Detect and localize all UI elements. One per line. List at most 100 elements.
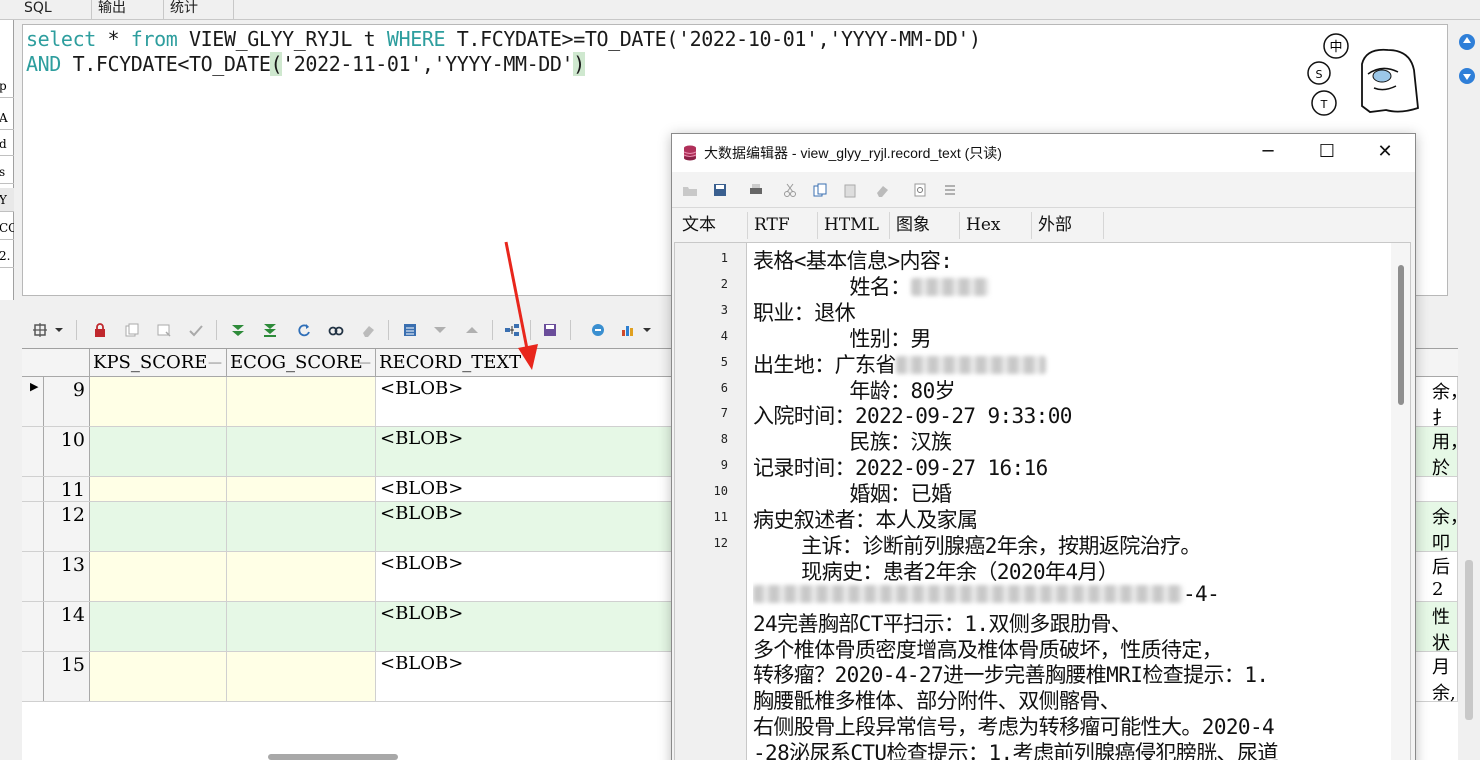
cell-ecog-score[interactable]: [227, 552, 376, 601]
database-icon: [683, 145, 697, 161]
scroll-down-icon[interactable]: [1459, 68, 1475, 84]
text-vertical-scroll-thumb[interactable]: [1398, 265, 1404, 405]
tab-text[interactable]: 文本: [676, 212, 748, 239]
paste-icon[interactable]: [842, 182, 858, 198]
cell-kps-score[interactable]: [90, 602, 227, 651]
cell-kps-score[interactable]: [90, 502, 227, 551]
refresh-icon[interactable]: [296, 322, 312, 338]
eraser-icon[interactable]: [874, 182, 890, 198]
column-dropdown-icon[interactable]: —: [208, 349, 222, 376]
cell-ecog-score[interactable]: [227, 652, 376, 701]
print-icon[interactable]: [748, 182, 764, 198]
left-strip-item[interactable]: d: [0, 132, 14, 156]
chevron-down-icon[interactable]: [642, 322, 652, 338]
left-strip-item[interactable]: Y: [0, 188, 14, 212]
cell-kps-score[interactable]: [90, 652, 227, 701]
close-button[interactable]: ✕: [1356, 134, 1414, 172]
row-number[interactable]: 11: [44, 477, 90, 501]
row-number[interactable]: 14: [44, 602, 90, 651]
find-icon[interactable]: [328, 322, 344, 338]
left-strip-item[interactable]: s: [0, 160, 14, 184]
grid-horizontal-scroll-thumb[interactable]: [268, 754, 398, 760]
row-number[interactable]: 9: [44, 377, 90, 426]
column-header-label: ECOG_SCORE: [230, 352, 363, 373]
sql-text: VIEW_GLYY_RYJL t: [177, 27, 387, 51]
left-strip-item[interactable]: 2.: [0, 244, 14, 268]
cell-kps-score[interactable]: [90, 477, 227, 501]
left-strip-item[interactable]: CO: [0, 216, 14, 240]
cell-kps-score[interactable]: [90, 552, 227, 601]
column-dropdown-icon[interactable]: —: [357, 349, 371, 376]
record-view-icon[interactable]: [402, 322, 418, 338]
cut-icon[interactable]: [782, 182, 798, 198]
text-line-content: -4-: [1183, 581, 1220, 606]
save-icon[interactable]: [712, 182, 728, 198]
text-line-content: 姓名：: [753, 274, 911, 299]
sql-text: *: [95, 27, 131, 51]
row-indicator[interactable]: ▶: [22, 377, 44, 426]
sort-asc-icon[interactable]: [464, 322, 480, 338]
minimize-button[interactable]: ─: [1239, 134, 1297, 172]
close-icon: ✕: [1377, 141, 1393, 162]
lock-icon[interactable]: [92, 322, 108, 338]
fetch-last-icon[interactable]: [262, 322, 278, 338]
post-check-icon[interactable]: [188, 322, 204, 338]
chart-icon[interactable]: [620, 322, 636, 338]
text-line-content: 转移瘤？2020-4-27进一步完善胸腰椎MRI检查提示：1.: [753, 663, 1269, 688]
scroll-up-icon[interactable]: [1459, 34, 1475, 50]
record-text-content[interactable]: 表格<基本信息>内容: 姓名： 职业：退休 性别：男 出生地：广东省 年龄：80岁入…: [753, 243, 1393, 760]
row-number[interactable]: 10: [44, 427, 90, 476]
chevron-down-icon[interactable]: [54, 322, 64, 338]
export-icon[interactable]: [590, 322, 606, 338]
row-number[interactable]: 13: [44, 552, 90, 601]
tab-external[interactable]: 外部: [1032, 212, 1104, 239]
replace-icon[interactable]: [942, 182, 958, 198]
grid-vertical-scroll-thumb[interactable]: [1465, 560, 1473, 720]
text-line-content: 病史叙述者：本人及家属: [753, 508, 978, 532]
fetch-next-icon[interactable]: [230, 322, 246, 338]
cell-ecog-score[interactable]: [227, 602, 376, 651]
row-indicator[interactable]: [22, 652, 44, 701]
cell-ecog-score[interactable]: [227, 502, 376, 551]
cell-ecog-score[interactable]: [227, 477, 376, 501]
left-strip-item[interactable]: p: [0, 74, 14, 98]
tab-hex[interactable]: Hex: [960, 212, 1032, 239]
row-indicator[interactable]: [22, 477, 44, 501]
row-number[interactable]: 12: [44, 502, 90, 551]
big-data-editor-window[interactable]: 大数据编辑器 - view_glyy_ryjl.record_text (只读)…: [671, 133, 1416, 760]
tab-html[interactable]: HTML: [818, 212, 890, 239]
tab-output[interactable]: 输出: [92, 0, 164, 20]
line-number: 7: [720, 406, 728, 421]
tab-image[interactable]: 图象: [890, 212, 960, 239]
grid-options-icon[interactable]: [32, 322, 48, 338]
window-titlebar[interactable]: 大数据编辑器 - view_glyy_ryjl.record_text (只读)…: [672, 134, 1415, 172]
cell-ecog-score[interactable]: [227, 427, 376, 476]
cell-ecog-score[interactable]: [227, 377, 376, 426]
row-indicator[interactable]: [22, 552, 44, 601]
copy-record-icon[interactable]: [124, 322, 140, 338]
search-icon[interactable]: [912, 182, 928, 198]
row-number[interactable]: 15: [44, 652, 90, 701]
maximize-button[interactable]: ☐: [1298, 134, 1356, 172]
line-number: 10: [713, 484, 728, 499]
row-indicator[interactable]: [22, 602, 44, 651]
sort-desc-icon[interactable]: [432, 322, 448, 338]
open-folder-icon[interactable]: [682, 182, 698, 198]
eraser-icon[interactable]: [360, 322, 376, 338]
text-viewer[interactable]: 1 2 3 4 5 6 7 8 9 10 11 12 表格<基本信息>内容: 姓名： 职业：退休 性别：…: [674, 242, 1411, 760]
row-indicator[interactable]: [22, 427, 44, 476]
app-root: SQL 输出 统计 p A d s Y CO 2. select * from …: [0, 0, 1480, 760]
cell-kps-score[interactable]: [90, 427, 227, 476]
tab-rtf[interactable]: RTF: [748, 212, 818, 239]
clear-record-icon[interactable]: [156, 322, 172, 338]
tab-sql[interactable]: SQL: [0, 0, 92, 20]
column-header-kps-score[interactable]: KPS_SCORE —: [90, 349, 227, 377]
left-strip-item[interactable]: A: [0, 106, 14, 130]
sql-paren-highlight: (: [270, 52, 283, 76]
tab-stats[interactable]: 统计: [164, 0, 234, 20]
column-header-ecog-score[interactable]: ECOG_SCORE —: [227, 349, 376, 377]
copy-icon[interactable]: [812, 182, 828, 198]
row-indicator[interactable]: [22, 502, 44, 551]
cell-kps-score[interactable]: [90, 377, 227, 426]
sql-keyword: WHERE: [386, 27, 446, 51]
